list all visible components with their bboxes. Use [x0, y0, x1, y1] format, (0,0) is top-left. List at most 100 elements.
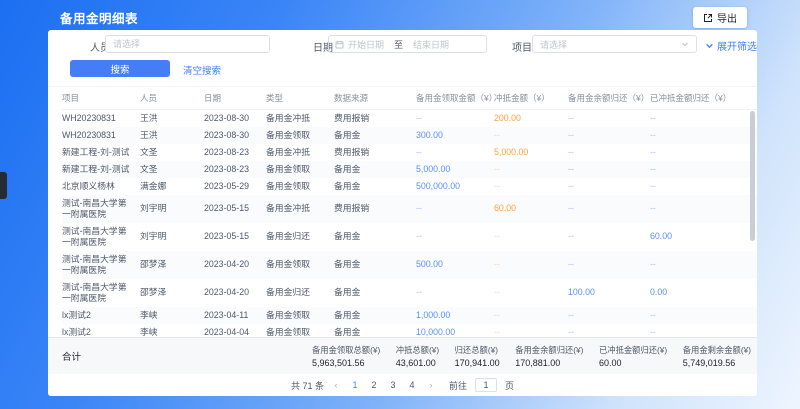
- column-header: 备用金领取金额（¥）: [416, 87, 494, 110]
- cell-date: 2023-05-15: [204, 223, 266, 251]
- vertical-scrollbar[interactable]: [750, 111, 755, 241]
- cell-date: 2023-04-20: [204, 279, 266, 307]
- summary-item-label: 归还总额(¥): [455, 344, 500, 356]
- summary-item: 冲抵总额(¥) 43,601.00: [396, 344, 439, 368]
- cell-project: 测试-南昌大学第一附属医院: [62, 251, 140, 279]
- table-row[interactable]: 测试-南昌大学第一附属医院 邵梦泽 2023-04-20 备用金归还 备用金 -…: [62, 279, 757, 307]
- cell-person: 邵梦泽: [140, 251, 204, 279]
- cell-offset-returned: 60.00: [650, 223, 757, 251]
- summary-item-value: 5,963,501.56: [312, 358, 380, 368]
- side-handle[interactable]: [0, 172, 7, 199]
- table-row[interactable]: 北京顺义杨林 满金娜 2023-05-29 备用金领取 备用金 500,000.…: [62, 178, 757, 195]
- pagination-total: 共 71 条: [291, 379, 324, 392]
- page-number-button[interactable]: 1: [348, 378, 362, 392]
- page-number-button[interactable]: 3: [386, 378, 400, 392]
- cell-person: 王洪: [140, 127, 204, 144]
- table-row[interactable]: 新建工程-刘-测试 文圣 2023-08-23 备用金领取 备用金 5,000.…: [62, 161, 757, 178]
- column-header: 人员: [140, 87, 204, 110]
- summary-item: 已冲抵金额归还(¥) 60.00: [599, 344, 667, 368]
- cell-project: lx测试2: [62, 324, 140, 337]
- date-start-placeholder[interactable]: 开始日期: [348, 38, 384, 51]
- summary-item-value: 43,601.00: [396, 358, 439, 368]
- cell-offset-returned: --: [650, 307, 757, 324]
- goto-page-input[interactable]: [475, 378, 497, 392]
- table-row[interactable]: WH20230831 王洪 2023-08-30 备用金领取 备用金 300.0…: [62, 127, 757, 144]
- export-icon: [703, 13, 713, 23]
- cell-person: 文圣: [140, 144, 204, 161]
- cell-person: 文圣: [140, 161, 204, 178]
- cell-received-amount: 500.00: [416, 251, 494, 279]
- table-row[interactable]: lx测试2 李峡 2023-04-11 备用金领取 备用金 1,000.00 -…: [62, 307, 757, 324]
- table-row[interactable]: 测试-南昌大学第一附属医院 邵梦泽 2023-04-20 备用金领取 备用金 5…: [62, 251, 757, 279]
- cell-source: 备用金: [334, 279, 416, 307]
- column-header: 项目: [62, 87, 140, 110]
- data-table: 项目人员日期类型数据来源备用金领取金额（¥）冲抵金额（¥）备用金余额归还（¥）已…: [62, 87, 757, 337]
- cell-source: 备用金: [334, 324, 416, 337]
- table-row[interactable]: 新建工程-刘-测试 文圣 2023-08-23 备用金冲抵 费用报销 -- 5,…: [62, 144, 757, 161]
- cell-type: 备用金冲抵: [266, 110, 334, 127]
- cell-received-amount: 10,000.00: [416, 324, 494, 337]
- person-input[interactable]: [105, 35, 270, 53]
- cell-date: 2023-05-15: [204, 195, 266, 223]
- table-header: 项目人员日期类型数据来源备用金领取金额（¥）冲抵金额（¥）备用金余额归还（¥）已…: [62, 87, 757, 110]
- project-filter-label: 项目: [512, 39, 532, 54]
- cell-date: 2023-04-04: [204, 324, 266, 337]
- table-row[interactable]: 测试-南昌大学第一附属医院 刘宇明 2023-05-15 备用金冲抵 费用报销 …: [62, 195, 757, 223]
- cell-received-amount: 5,000.00: [416, 161, 494, 178]
- column-header: 数据来源: [334, 87, 416, 110]
- cell-offset-amount: --: [494, 161, 568, 178]
- export-button[interactable]: 导出: [693, 7, 747, 28]
- summary-item-value: 60.00: [599, 358, 667, 368]
- cell-type: 备用金归还: [266, 223, 334, 251]
- summary-item: 备用金余额归还(¥) 170,881.00: [515, 344, 583, 368]
- search-button[interactable]: 搜索: [70, 60, 170, 77]
- cell-received-amount: --: [416, 279, 494, 307]
- summary-item-label: 冲抵总额(¥): [396, 344, 439, 356]
- summary-item-label: 已冲抵金额归还(¥): [599, 344, 667, 356]
- summary-item-value: 170,941.00: [455, 358, 500, 368]
- cell-date: 2023-04-11: [204, 307, 266, 324]
- action-bar: 搜索 清空搜索: [48, 59, 757, 86]
- date-range-picker[interactable]: 开始日期 至 结束日期: [328, 35, 487, 53]
- cell-type: 备用金领取: [266, 127, 334, 144]
- cell-type: 备用金领取: [266, 324, 334, 337]
- calendar-icon: [335, 40, 344, 49]
- cell-source: 备用金: [334, 161, 416, 178]
- cell-type: 备用金领取: [266, 161, 334, 178]
- table-row[interactable]: lx测试2 李峡 2023-04-04 备用金领取 备用金 10,000.00 …: [62, 324, 757, 337]
- cell-offset-returned: --: [650, 178, 757, 195]
- cell-received-amount: --: [416, 110, 494, 127]
- cell-date: 2023-05-29: [204, 178, 266, 195]
- cell-offset-amount: --: [494, 324, 568, 337]
- expand-filters-link[interactable]: 展开筛选: [705, 38, 757, 53]
- cell-offset-returned: 0.00: [650, 279, 757, 307]
- cell-balance-returned: --: [568, 223, 650, 251]
- clear-search-link[interactable]: 清空搜索: [183, 63, 221, 77]
- cell-offset-amount: 5,000.00: [494, 144, 568, 161]
- next-page-button[interactable]: ›: [424, 378, 438, 392]
- table-row[interactable]: 测试-南昌大学第一附属医院 刘宇明 2023-05-15 备用金归还 备用金 -…: [62, 223, 757, 251]
- cell-type: 备用金冲抵: [266, 144, 334, 161]
- cell-offset-amount: --: [494, 307, 568, 324]
- summary-item-value: 5,749,019.56: [683, 358, 751, 368]
- summary-item: 备用金剩余金额(¥) 5,749,019.56: [683, 344, 751, 368]
- project-select[interactable]: 请选择: [532, 35, 697, 53]
- previous-page-button[interactable]: ‹: [329, 378, 343, 392]
- cell-type: 备用金领取: [266, 178, 334, 195]
- page-number-button[interactable]: 4: [405, 378, 419, 392]
- cell-balance-returned: --: [568, 195, 650, 223]
- cell-source: 费用报销: [334, 144, 416, 161]
- cell-date: 2023-08-23: [204, 144, 266, 161]
- cell-received-amount: 300.00: [416, 127, 494, 144]
- table-area: 项目人员日期类型数据来源备用金领取金额（¥）冲抵金额（¥）备用金余额归还（¥）已…: [48, 86, 757, 337]
- table-row[interactable]: WH20230831 王洪 2023-08-30 备用金冲抵 费用报销 -- 2…: [62, 110, 757, 127]
- cell-balance-returned: --: [568, 307, 650, 324]
- cell-offset-returned: --: [650, 110, 757, 127]
- date-end-placeholder[interactable]: 结束日期: [413, 38, 449, 51]
- pagination-bar: 共 71 条 ‹ 1234 › 前往 页: [48, 374, 757, 396]
- cell-project: 测试-南昌大学第一附属医院: [62, 223, 140, 251]
- cell-type: 备用金归还: [266, 279, 334, 307]
- page-number-button[interactable]: 2: [367, 378, 381, 392]
- cell-balance-returned: --: [568, 110, 650, 127]
- cell-project: 北京顺义杨林: [62, 178, 140, 195]
